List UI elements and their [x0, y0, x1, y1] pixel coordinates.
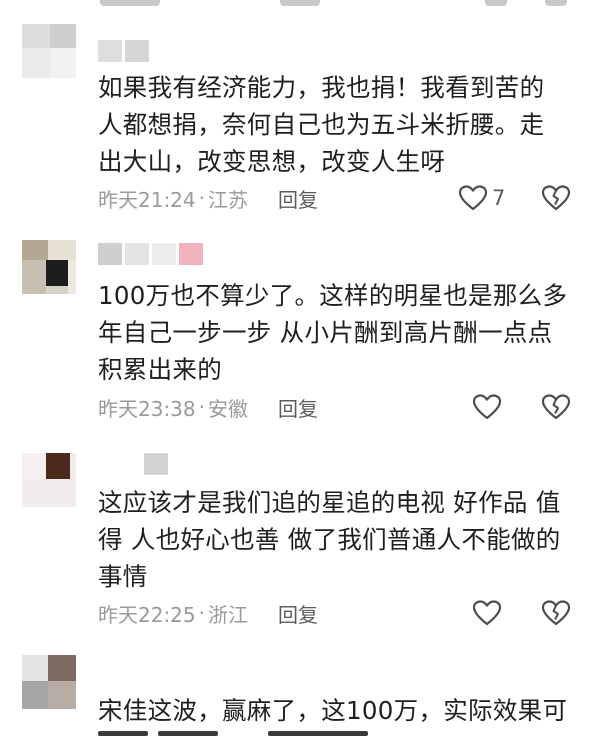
like-count: 7	[492, 186, 506, 210]
meta-separator: ·	[198, 601, 205, 625]
reply-button[interactable]: 回复	[278, 599, 318, 628]
comment-meta: 昨天23:38 · 安徽 回复	[98, 392, 318, 422]
broken-heart-icon	[541, 600, 571, 626]
comment-text: 这应该才是我们追的星追的电视 好作品 值 得 人也好心也善 做了我们普通人不能做…	[98, 488, 561, 591]
comment-text: 如果我有经济能力，我也捐！我看到苦的 人都想捐，奈何自己也为五斗米折腰。走 出大…	[98, 73, 545, 176]
meta-separator: ·	[198, 395, 205, 419]
comment-meta: 昨天22:25 · 浙江 回复	[98, 598, 318, 628]
avatar[interactable]	[22, 655, 76, 709]
comment-text: 100万也不算少了。这样的明星也是那么多 年自己一步一步 从小片酬到高片酬一点点…	[98, 281, 568, 384]
like-button[interactable]	[472, 598, 502, 628]
meta-separator: ·	[198, 186, 205, 210]
broken-heart-icon	[541, 394, 571, 420]
comment-text: 宋佳这波，赢麻了，这100万，实际效果可	[98, 696, 568, 725]
dislike-button[interactable]	[541, 598, 571, 628]
truncated-line-fragment	[98, 731, 398, 738]
heart-outline-icon	[458, 185, 488, 211]
like-button[interactable]	[472, 392, 502, 422]
dislike-button[interactable]	[541, 183, 571, 213]
nickname-placeholder[interactable]	[98, 40, 149, 64]
comment-meta: 昨天21:24 · 江苏 回复	[98, 183, 318, 213]
comment-time: 昨天22:25	[98, 602, 196, 627]
previous-comment-fragment	[0, 0, 600, 12]
heart-outline-icon	[472, 394, 502, 420]
nickname-placeholder[interactable]	[98, 243, 203, 267]
reply-button[interactable]: 回复	[278, 393, 318, 422]
comment-location: 浙江	[208, 602, 248, 627]
avatar[interactable]	[22, 24, 76, 78]
avatar[interactable]	[22, 240, 76, 294]
dislike-button[interactable]	[541, 392, 571, 422]
comment-location: 江苏	[208, 187, 248, 212]
reply-button[interactable]: 回复	[278, 184, 318, 213]
like-button[interactable]: 7	[458, 183, 505, 213]
comment-location: 安徽	[208, 396, 248, 421]
nickname-placeholder[interactable]	[144, 453, 168, 477]
avatar[interactable]	[22, 453, 76, 507]
comment-time: 昨天21:24	[98, 187, 196, 212]
heart-outline-icon	[472, 600, 502, 626]
comment-time: 昨天23:38	[98, 396, 196, 421]
broken-heart-icon	[541, 185, 571, 211]
